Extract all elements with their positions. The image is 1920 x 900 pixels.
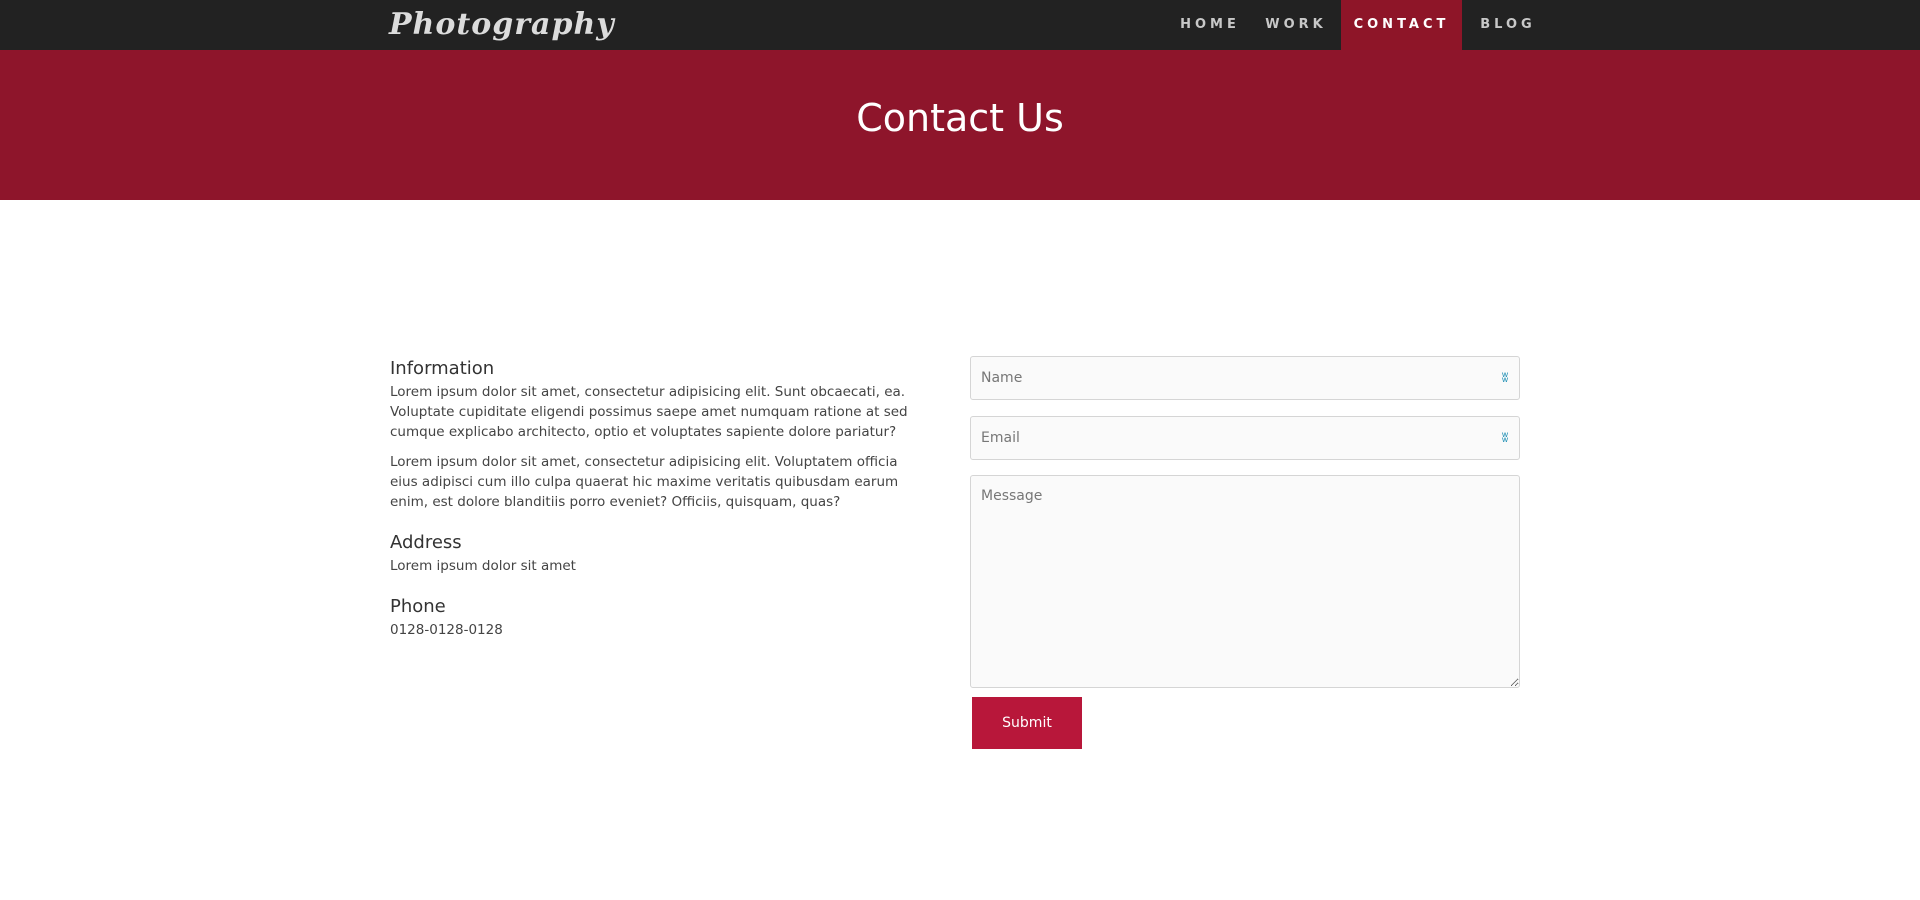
phone-block: Phone 0128-0128-0128: [390, 596, 920, 640]
submit-button[interactable]: Submit: [972, 697, 1082, 749]
phone-heading: Phone: [390, 596, 446, 617]
address-heading: Address: [390, 532, 462, 553]
autofill-key-icon[interactable]: ʬ: [1496, 371, 1514, 385]
top-navbar: Photography HOME WORK CONTACT BLOG: [0, 0, 1920, 50]
nav-work[interactable]: WORK: [1255, 0, 1337, 50]
nav-home[interactable]: HOME: [1170, 0, 1250, 50]
nav-contact[interactable]: CONTACT: [1341, 0, 1462, 50]
information-paragraph-1: Lorem ipsum dolor sit amet, consectetur …: [390, 384, 908, 440]
address-text: Lorem ipsum dolor sit amet: [390, 558, 576, 574]
phone-text: 0128-0128-0128: [390, 622, 503, 638]
contact-info: Information Lorem ipsum dolor sit amet, …: [390, 358, 920, 640]
information-block: Information Lorem ipsum dolor sit amet, …: [390, 358, 920, 512]
email-input[interactable]: [970, 416, 1520, 460]
message-textarea[interactable]: [970, 475, 1520, 688]
information-paragraph-2: Lorem ipsum dolor sit amet, consectetur …: [390, 454, 899, 510]
name-input[interactable]: [970, 356, 1520, 400]
main-nav: HOME WORK CONTACT BLOG: [0, 0, 1920, 50]
page-title: Contact Us: [856, 96, 1064, 140]
nav-blog[interactable]: BLOG: [1466, 0, 1550, 50]
page-banner: Contact Us: [0, 50, 1920, 200]
information-heading: Information: [390, 358, 495, 379]
address-block: Address Lorem ipsum dolor sit amet: [390, 532, 920, 576]
autofill-key-icon[interactable]: ʬ: [1496, 431, 1514, 445]
